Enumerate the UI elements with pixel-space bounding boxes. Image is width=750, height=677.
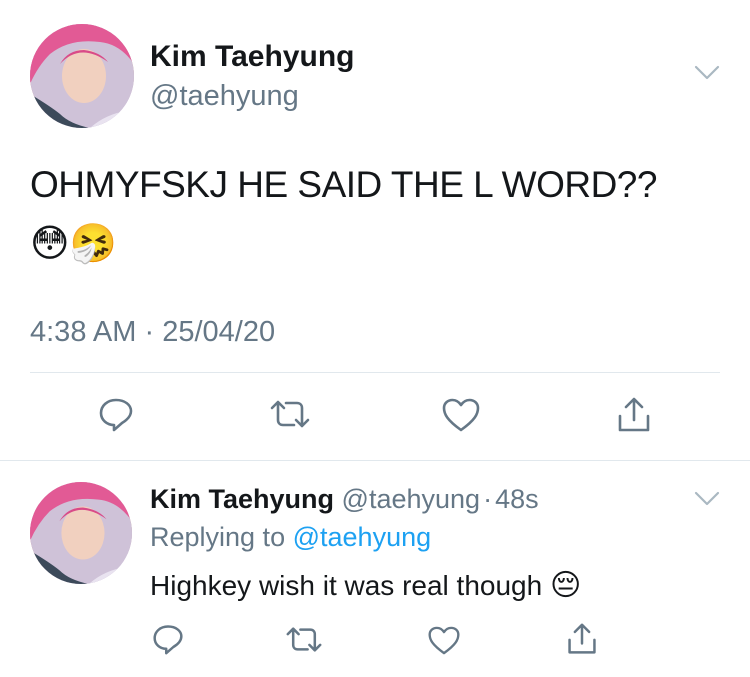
- reply-share-icon[interactable]: [566, 622, 598, 656]
- reply-reply-icon[interactable]: [152, 623, 184, 655]
- reply-avatar[interactable]: [30, 482, 132, 584]
- tweet-time: 4:38 AM: [30, 316, 137, 348]
- reply-author-name[interactable]: Kim Taehyung: [150, 484, 334, 514]
- replying-to-prefix: Replying to: [150, 522, 286, 552]
- replying-to: Replying to @taehyung: [150, 522, 431, 553]
- reply-icon[interactable]: [98, 396, 134, 432]
- retweet-icon[interactable]: [270, 398, 310, 430]
- date-separator: ·: [144, 316, 155, 348]
- reply-dot: ·: [483, 484, 493, 514]
- tweet-emojis: 😳🤧: [30, 221, 117, 265]
- section-divider: [0, 460, 750, 461]
- reply-text-line: Highkey wish it was real though 😔: [150, 568, 581, 603]
- reply-emoji: 😔: [549, 568, 582, 603]
- tweet-date: 25/04/20: [162, 316, 276, 348]
- divider: [30, 372, 720, 373]
- reply-age: 48s: [495, 484, 539, 514]
- reply-author-handle[interactable]: @taehyung: [342, 484, 481, 514]
- reply-chevron-down-icon[interactable]: [694, 490, 720, 508]
- replying-to-link[interactable]: @taehyung: [293, 522, 432, 552]
- author-handle[interactable]: @taehyung: [150, 80, 299, 113]
- tweet-timestamp[interactable]: 4:38 AM · 25/04/20: [30, 316, 275, 349]
- reply-like-icon[interactable]: [428, 626, 460, 655]
- reply-text: Highkey wish it was real though: [150, 570, 543, 601]
- reply-retweet-icon[interactable]: [286, 625, 322, 654]
- avatar[interactable]: [30, 24, 134, 128]
- reply-header: Kim Taehyung @taehyung · 48s: [150, 484, 539, 515]
- tweet-text: OHMYFSKJ HE SAID THE L WORD??: [30, 164, 657, 205]
- author-name[interactable]: Kim Taehyung: [150, 40, 354, 74]
- chevron-down-icon[interactable]: [694, 64, 720, 82]
- like-icon[interactable]: [442, 398, 480, 432]
- share-icon[interactable]: [616, 396, 652, 434]
